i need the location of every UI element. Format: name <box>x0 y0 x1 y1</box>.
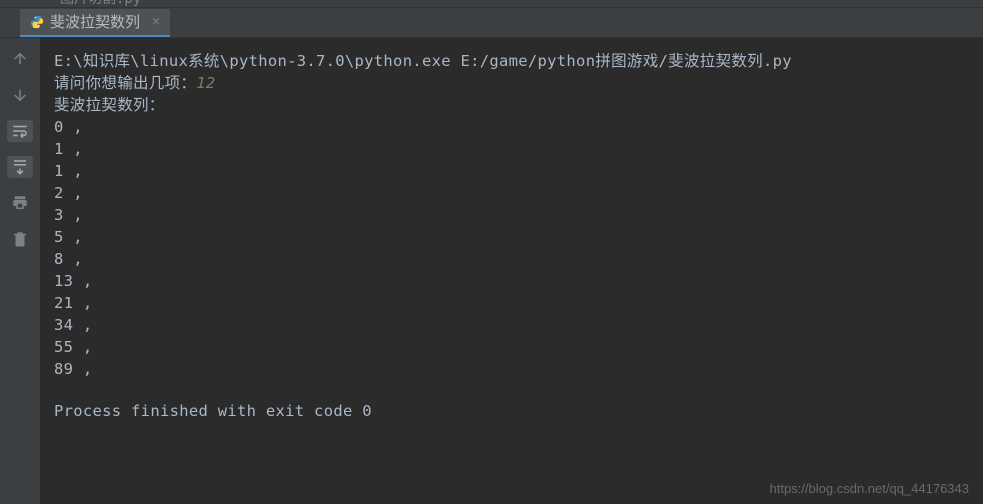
fib-row: 21 , <box>54 292 967 314</box>
scroll-to-end-icon[interactable] <box>7 156 33 178</box>
tab-bar: 斐波拉契数列 ✕ <box>0 8 983 38</box>
watermark: https://blog.csdn.net/qq_44176343 <box>770 481 970 496</box>
exit-message: Process finished with exit code 0 <box>54 400 967 422</box>
fib-row: 1 , <box>54 138 967 160</box>
console-output[interactable]: E:\知识库\linux系统\python-3.7.0\python.exe E… <box>40 38 983 504</box>
prompt-line: 请问你想输出几项：12 <box>54 72 967 94</box>
fib-row: 34 , <box>54 314 967 336</box>
arrow-down-icon[interactable] <box>9 84 31 106</box>
fib-row: 2 , <box>54 182 967 204</box>
fib-row: 13 , <box>54 270 967 292</box>
background-tab-label: 图片切割.py <box>60 0 141 8</box>
print-icon[interactable] <box>9 192 31 214</box>
gutter <box>0 38 40 504</box>
tab-title: 斐波拉契数列 <box>50 11 140 32</box>
fib-row: 89 , <box>54 358 967 380</box>
top-bar: 图片切割.py <box>0 0 983 8</box>
fib-row: 0 , <box>54 116 967 138</box>
command-text: E:\知识库\linux系统\python-3.7.0\python.exe E… <box>54 52 792 70</box>
fib-row: 1 , <box>54 160 967 182</box>
fib-row: 55 , <box>54 336 967 358</box>
user-input: 12 <box>196 74 215 92</box>
fibonacci-output: 0 ,1 ,1 ,2 ,3 ,5 ,8 ,13 ,21 ,34 ,55 ,89 … <box>54 116 967 380</box>
trash-icon[interactable] <box>9 228 31 250</box>
fib-row: 5 , <box>54 226 967 248</box>
close-icon[interactable]: ✕ <box>152 14 160 29</box>
active-tab[interactable]: 斐波拉契数列 ✕ <box>20 9 170 37</box>
python-file-icon <box>30 15 44 29</box>
prompt-text: 请问你想输出几项： <box>54 74 196 92</box>
output-header: 斐波拉契数列： <box>54 94 967 116</box>
python-file-icon <box>42 0 56 7</box>
command-line: E:\知识库\linux系统\python-3.7.0\python.exe E… <box>54 50 967 72</box>
arrow-up-icon[interactable] <box>9 48 31 70</box>
soft-wrap-icon[interactable] <box>7 120 33 142</box>
fib-row: 3 , <box>54 204 967 226</box>
background-tab[interactable]: 图片切割.py <box>42 0 141 8</box>
fib-row: 8 , <box>54 248 967 270</box>
main-area: E:\知识库\linux系统\python-3.7.0\python.exe E… <box>0 38 983 504</box>
